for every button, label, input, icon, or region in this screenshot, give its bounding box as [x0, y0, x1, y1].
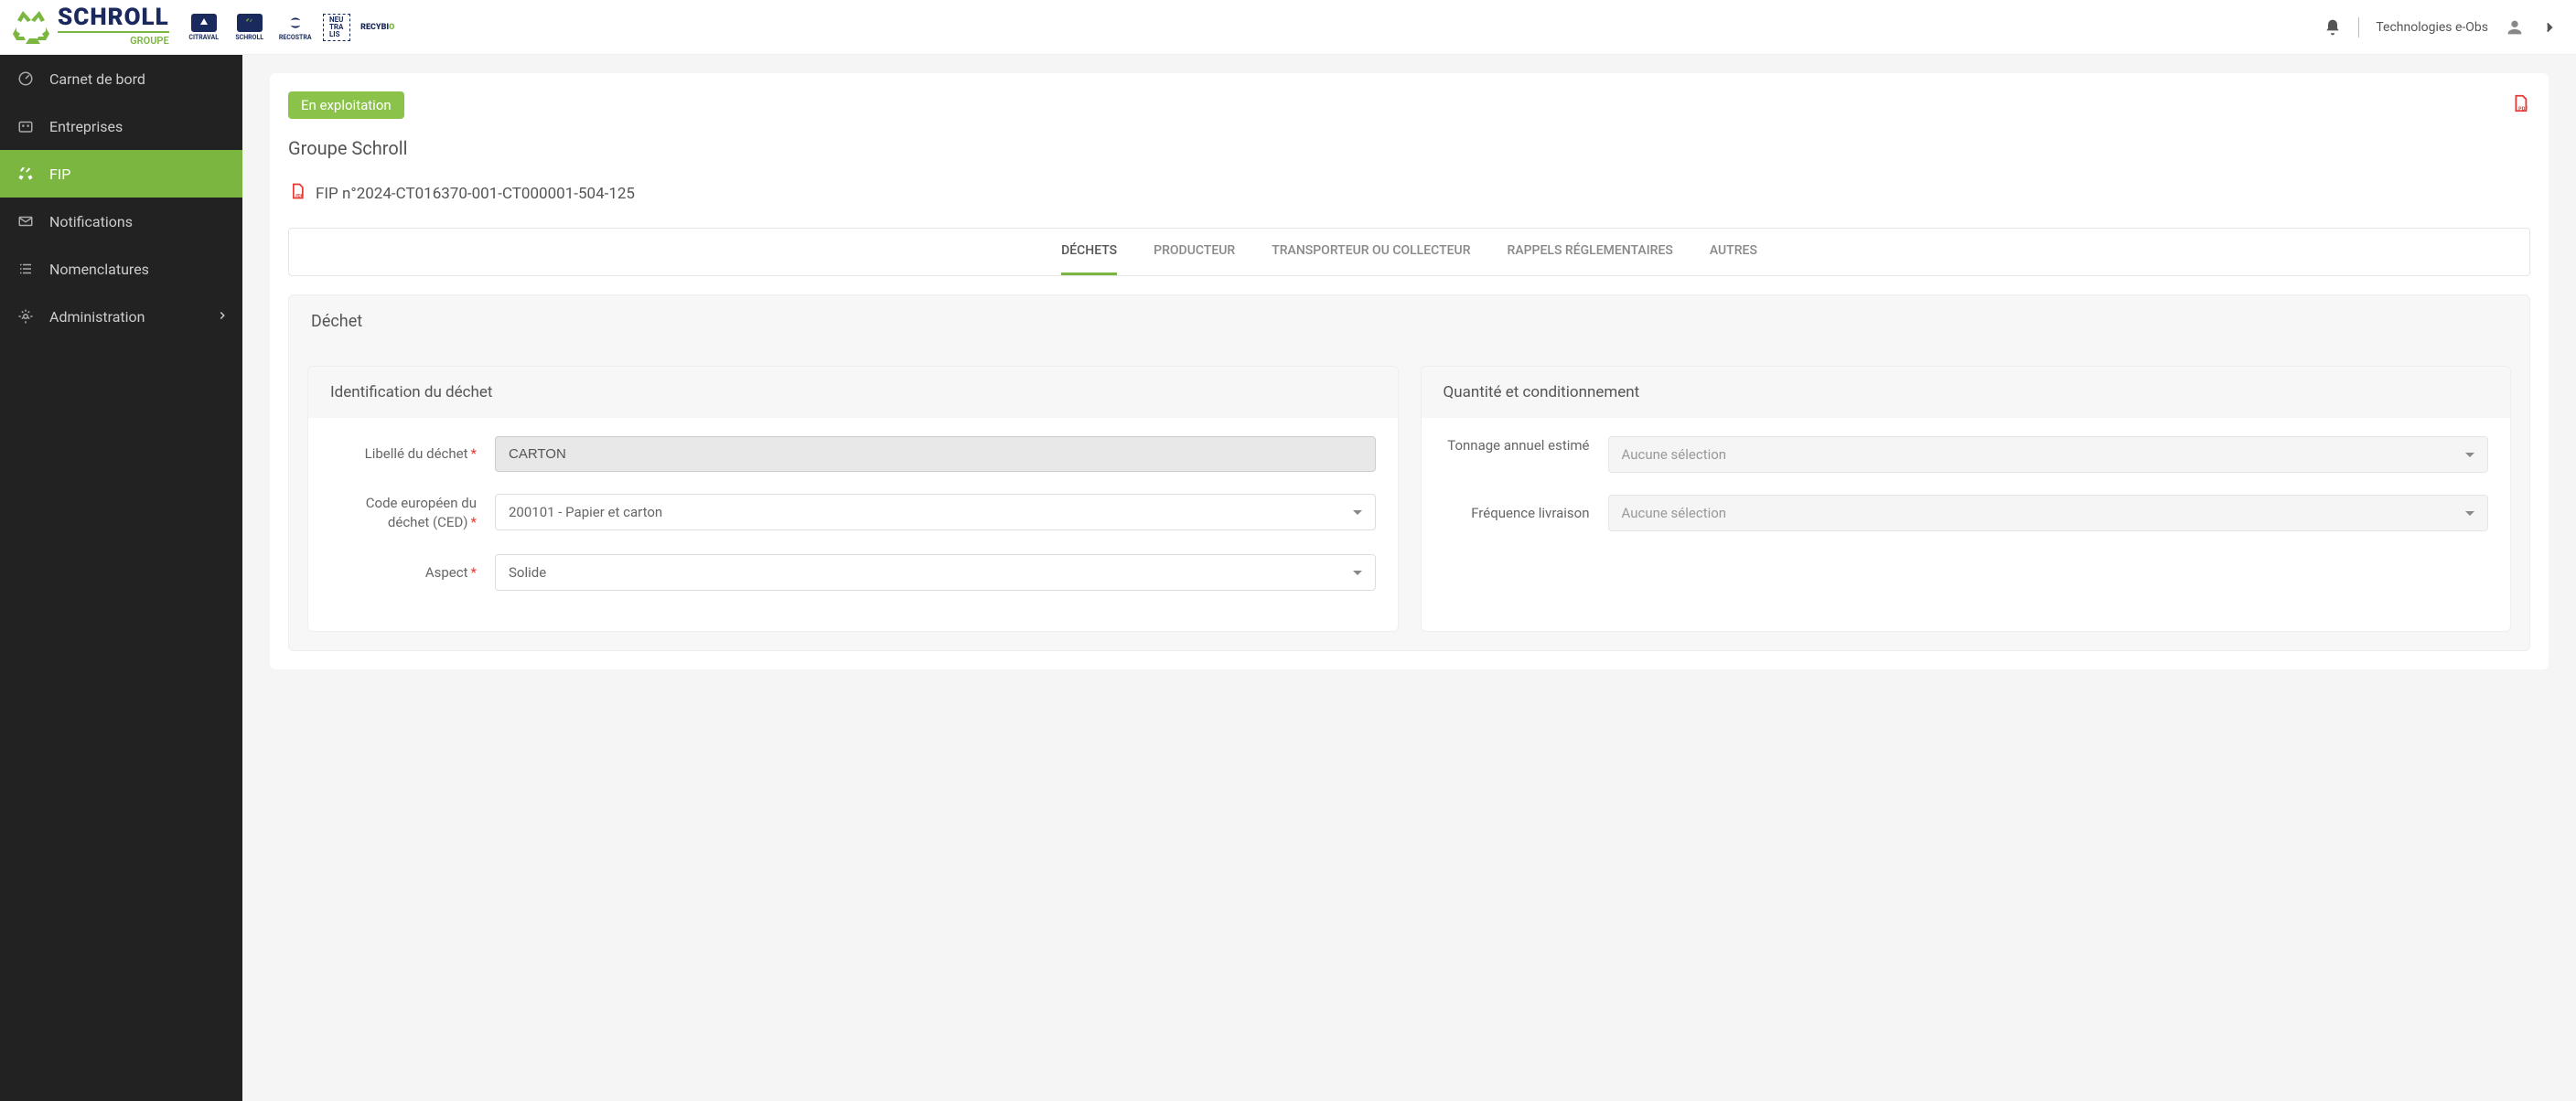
partner-logo-citraval: CITRAVAL	[186, 13, 222, 42]
caret-down-icon	[1353, 571, 1362, 575]
panel-identification: Identification du déchet Libellé du déch…	[307, 366, 1399, 632]
caret-down-icon	[2465, 511, 2474, 516]
pdf-export-icon[interactable]: PDF	[2510, 93, 2530, 117]
form-row-tonnage: Tonnage annuel estimé Aucune sélection	[1444, 436, 2489, 473]
partner-logo-schroll: SCHROLL	[231, 13, 268, 42]
panel-body: Libellé du déchet* Code européen du déch…	[308, 418, 1398, 631]
label-aspect: Aspect*	[330, 563, 495, 583]
company-title: Groupe Schroll	[288, 137, 2530, 159]
tabs: DÉCHETS PRODUCTEUR TRANSPORTEUR OU COLLE…	[288, 228, 2530, 276]
sidebar-item-dashboard[interactable]: Carnet de bord	[0, 55, 242, 102]
section-dechet: Déchet Identification du déchet Libellé …	[288, 294, 2530, 651]
logo-subtitle: GROUPE	[58, 31, 169, 47]
partner-logos: CITRAVAL SCHROLL RECOSTRA NEUTRALIS RECY…	[186, 13, 396, 42]
recycle-icon	[16, 165, 35, 183]
caret-down-icon	[1353, 510, 1362, 515]
fip-number: FIP n°2024-CT016370-001-CT000001-504-125	[316, 185, 635, 203]
svg-text:PDF: PDF	[2518, 106, 2528, 112]
svg-text:PDF: PDF	[295, 195, 303, 199]
panel-quantite: Quantité et conditionnement Tonnage annu…	[1421, 366, 2512, 632]
section-body: Identification du déchet Libellé du déch…	[289, 347, 2529, 650]
partner-logo-neutralis: NEUTRALIS	[323, 14, 350, 41]
fip-row: PDF FIP n°2024-CT016370-001-CT000001-504…	[288, 182, 2530, 205]
label-tonnage: Tonnage annuel estimé	[1444, 436, 1608, 455]
form-row-ced: Code européen du déchet (CED)* 200101 - …	[330, 494, 1376, 532]
recycle-logo-icon	[9, 5, 53, 49]
label-libelle: Libellé du déchet*	[330, 444, 495, 464]
form-row-frequence: Fréquence livraison Aucune sélection	[1444, 495, 2489, 531]
section-header: Déchet	[289, 295, 2529, 347]
tab-dechets[interactable]: DÉCHETS	[1061, 229, 1117, 275]
sidebar-item-fip[interactable]: FIP	[0, 150, 242, 198]
list-icon	[16, 260, 35, 278]
input-libelle[interactable]	[495, 436, 1376, 472]
header-left: SCHROLL GROUPE CITRAVAL SCHROLL RECOSTRA…	[9, 5, 396, 49]
panel-header: Identification du déchet	[308, 367, 1398, 418]
chevron-right-icon	[216, 308, 229, 326]
sidebar-label: Administration	[49, 308, 145, 326]
pdf-icon[interactable]: PDF	[288, 182, 306, 205]
bell-icon[interactable]	[2324, 18, 2342, 37]
sidebar-label: Carnet de bord	[49, 70, 145, 88]
label-frequence: Fréquence livraison	[1444, 504, 1608, 523]
building-icon	[16, 117, 35, 135]
header: SCHROLL GROUPE CITRAVAL SCHROLL RECOSTRA…	[0, 0, 2576, 55]
logo-main[interactable]: SCHROLL GROUPE	[9, 5, 169, 49]
main-card: En exploitation PDF Groupe Schroll PDF F…	[270, 73, 2549, 669]
tab-transporteur[interactable]: TRANSPORTEUR OU COLLECTEUR	[1272, 229, 1470, 275]
mail-icon	[16, 212, 35, 230]
sidebar-label: FIP	[49, 166, 70, 183]
sidebar: Carnet de bord Entreprises FIP Notificat…	[0, 55, 242, 1101]
tab-rappels[interactable]: RAPPELS RÉGLEMENTAIRES	[1508, 229, 1673, 275]
user-icon[interactable]	[2505, 17, 2525, 37]
divider	[2358, 17, 2359, 37]
sidebar-label: Notifications	[49, 213, 133, 230]
sidebar-item-administration[interactable]: Administration	[0, 293, 242, 340]
partner-logo-recostra: RECOSTRA	[277, 13, 314, 42]
user-name: Technologies e-Obs	[2376, 20, 2488, 35]
form-row-aspect: Aspect* Solide	[330, 554, 1376, 591]
panel-body: Tonnage annuel estimé Aucune sélection	[1422, 418, 2511, 572]
logo-text: SCHROLL	[58, 7, 169, 28]
status-row: En exploitation PDF	[288, 91, 2530, 119]
sidebar-item-entreprises[interactable]: Entreprises	[0, 102, 242, 150]
caret-down-icon	[2465, 453, 2474, 457]
panel-header: Quantité et conditionnement	[1422, 367, 2511, 418]
header-right: Technologies e-Obs	[2324, 17, 2558, 37]
chevron-right-icon[interactable]	[2541, 19, 2558, 36]
sidebar-item-notifications[interactable]: Notifications	[0, 198, 242, 245]
select-ced[interactable]: 200101 - Papier et carton	[495, 494, 1376, 530]
select-tonnage[interactable]: Aucune sélection	[1608, 436, 2489, 473]
gear-icon	[16, 307, 35, 326]
dashboard-icon	[16, 69, 35, 88]
tab-producteur[interactable]: PRODUCTEUR	[1154, 229, 1235, 275]
tab-autres[interactable]: AUTRES	[1710, 229, 1757, 275]
label-ced: Code européen du déchet (CED)*	[330, 494, 495, 532]
sidebar-label: Entreprises	[49, 118, 123, 135]
form-row-libelle: Libellé du déchet*	[330, 436, 1376, 472]
status-badge: En exploitation	[288, 91, 404, 119]
partner-logo-recybio: RECYBIO	[360, 13, 396, 42]
sidebar-label: Nomenclatures	[49, 261, 149, 278]
sidebar-item-nomenclatures[interactable]: Nomenclatures	[0, 245, 242, 293]
main-content: En exploitation PDF Groupe Schroll PDF F…	[242, 55, 2576, 1101]
select-aspect[interactable]: Solide	[495, 554, 1376, 591]
select-frequence[interactable]: Aucune sélection	[1608, 495, 2489, 531]
